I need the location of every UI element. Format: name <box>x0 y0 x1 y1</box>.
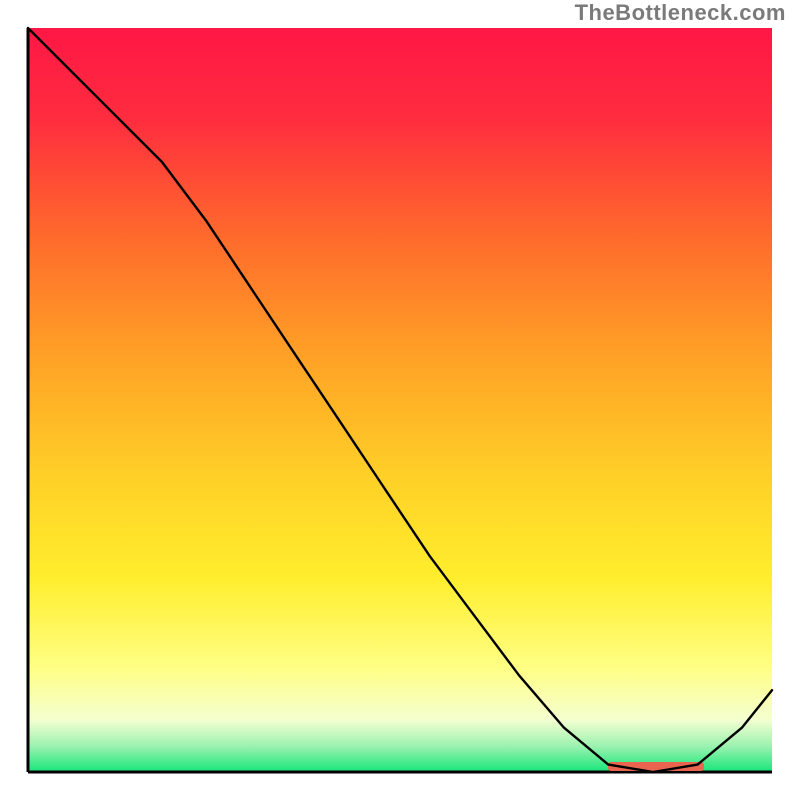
chart-container: TheBottleneck.com <box>0 0 800 800</box>
plot-area <box>28 28 772 772</box>
chart-svg <box>0 0 800 800</box>
watermark-text: TheBottleneck.com <box>575 0 786 26</box>
